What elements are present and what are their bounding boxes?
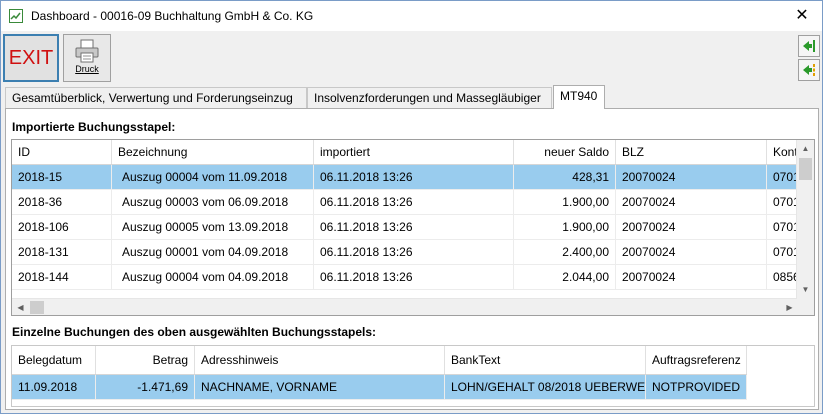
cell-importiert: 06.11.2018 13:26 xyxy=(314,215,514,239)
printer-icon xyxy=(64,39,110,63)
cell-bezeichnung: Auszug 00004 vom 11.09.2018 xyxy=(112,165,314,189)
cell-saldo: 2.044,00 xyxy=(514,265,616,289)
col-adresshinweis[interactable]: Adresshinweis xyxy=(195,346,445,374)
scroll-up-icon[interactable]: ▲ xyxy=(797,140,814,157)
tab-insolvenzforderungen[interactable]: Insolvenzforderungen und Massegläubiger xyxy=(307,87,552,108)
cell-id: 2018-131 xyxy=(12,240,112,264)
cell-id: 2018-15 xyxy=(12,165,112,189)
cell-id: 2018-106 xyxy=(12,215,112,239)
cell-importiert: 06.11.2018 13:26 xyxy=(314,265,514,289)
col-id[interactable]: ID xyxy=(12,140,112,164)
window-title: Dashboard - 00016-09 Buchhaltung GmbH & … xyxy=(31,9,314,23)
cell-blz: 20070024 xyxy=(616,240,767,264)
col-auftragsreferenz[interactable]: Auftragsreferenz xyxy=(646,346,747,374)
tab-mt940[interactable]: MT940 xyxy=(553,85,605,109)
cell-id: 2018-36 xyxy=(12,190,112,214)
tab-gesamtueberblick[interactable]: Gesamtüberblick, Verwertung und Forderun… xyxy=(5,87,307,108)
scroll-left-icon[interactable]: ◀ xyxy=(12,299,29,315)
print-button[interactable]: Druck xyxy=(63,34,111,82)
col-betrag[interactable]: Betrag xyxy=(96,346,195,374)
col-bezeichnung[interactable]: Bezeichnung xyxy=(112,140,314,164)
booking-grid-header: Belegdatum Betrag Adresshinweis BankText… xyxy=(12,346,747,375)
cell-importiert: 06.11.2018 13:26 xyxy=(314,165,514,189)
table-row[interactable]: 2018-131 Auszug 00001 vom 04.09.2018 06.… xyxy=(12,240,800,265)
nav-back-button[interactable] xyxy=(798,59,820,81)
col-belegdatum[interactable]: Belegdatum xyxy=(12,346,96,374)
scrollbar-corner xyxy=(797,298,814,315)
import-grid: ID Bezeichnung importiert neuer Saldo BL… xyxy=(11,139,815,316)
exit-button[interactable]: EXIT xyxy=(3,34,59,82)
title-bar: Dashboard - 00016-09 Buchhaltung GmbH & … xyxy=(1,1,822,31)
app-icon xyxy=(9,9,23,23)
cell-banktext: LOHN/GEHALT 08/2018 UEBERWEISUNG xyxy=(445,375,646,399)
scrollbar-thumb[interactable] xyxy=(799,158,812,180)
col-importiert[interactable]: importiert xyxy=(314,140,514,164)
cell-saldo: 2.400,00 xyxy=(514,240,616,264)
print-button-label: Druck xyxy=(75,64,99,74)
cell-belegdatum: 11.09.2018 xyxy=(12,375,96,399)
cell-importiert: 06.11.2018 13:26 xyxy=(314,190,514,214)
booking-grid: Belegdatum Betrag Adresshinweis BankText… xyxy=(11,345,815,407)
import-section-label: Importierte Buchungsstapel: xyxy=(12,120,176,134)
cell-saldo: 428,31 xyxy=(514,165,616,189)
cell-blz: 20070024 xyxy=(616,165,767,189)
scrollbar-thumb[interactable] xyxy=(30,301,44,314)
import-horizontal-scrollbar[interactable]: ◀ ▶ xyxy=(12,298,798,315)
cell-saldo: 1.900,00 xyxy=(514,190,616,214)
cell-auftragsreferenz: NOTPROVIDED xyxy=(646,375,747,399)
cell-blz: 20070024 xyxy=(616,265,767,289)
cell-betrag: -1.471,69 xyxy=(96,375,195,399)
toolbar: EXIT Druck xyxy=(1,32,822,85)
scroll-right-icon[interactable]: ▶ xyxy=(781,299,798,315)
cell-saldo: 1.900,00 xyxy=(514,215,616,239)
table-row[interactable]: 2018-15 Auszug 00004 vom 11.09.2018 06.1… xyxy=(12,165,800,190)
col-blz[interactable]: BLZ xyxy=(616,140,767,164)
table-row[interactable]: 11.09.2018 -1.471,69 NACHNAME, VORNAME L… xyxy=(12,375,747,400)
cell-bezeichnung: Auszug 00003 vom 06.09.2018 xyxy=(112,190,314,214)
nav-first-button[interactable] xyxy=(798,35,820,57)
table-row[interactable]: 2018-36 Auszug 00003 vom 06.09.2018 06.1… xyxy=(12,190,800,215)
cell-bezeichnung: Auszug 00001 vom 04.09.2018 xyxy=(112,240,314,264)
col-neuer-saldo[interactable]: neuer Saldo xyxy=(514,140,616,164)
close-button[interactable]: ✕ xyxy=(782,1,822,31)
booking-section-label: Einzelne Buchungen des oben ausgewählten… xyxy=(12,325,377,339)
col-banktext[interactable]: BankText xyxy=(445,346,646,374)
import-vertical-scrollbar[interactable]: ▲ ▼ xyxy=(796,140,814,298)
import-grid-header: ID Bezeichnung importiert neuer Saldo BL… xyxy=(12,140,798,165)
cell-blz: 20070024 xyxy=(616,215,767,239)
cell-bezeichnung: Auszug 00005 vom 13.09.2018 xyxy=(112,215,314,239)
cell-id: 2018-144 xyxy=(12,265,112,289)
cell-importiert: 06.11.2018 13:26 xyxy=(314,240,514,264)
scroll-down-icon[interactable]: ▼ xyxy=(797,281,814,298)
cell-adresshinweis: NACHNAME, VORNAME xyxy=(195,375,445,399)
table-row[interactable]: 2018-144 Auszug 00004 vom 04.09.2018 06.… xyxy=(12,265,800,290)
dashboard-window: Dashboard - 00016-09 Buchhaltung GmbH & … xyxy=(0,0,823,414)
cell-bezeichnung: Auszug 00004 vom 04.09.2018 xyxy=(112,265,314,289)
table-row[interactable]: 2018-106 Auszug 00005 vom 13.09.2018 06.… xyxy=(12,215,800,240)
mt940-panel: Importierte Buchungsstapel: ID Bezeichnu… xyxy=(5,108,819,410)
cell-blz: 20070024 xyxy=(616,190,767,214)
